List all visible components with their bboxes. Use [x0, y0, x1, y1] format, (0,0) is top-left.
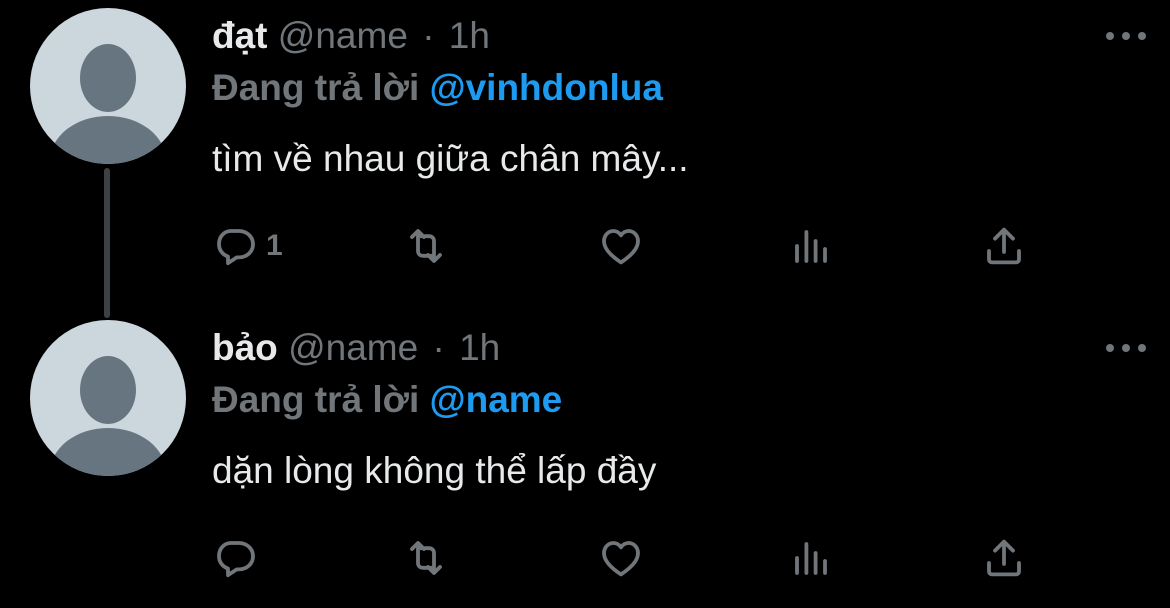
share-button[interactable]	[980, 534, 1028, 582]
views-button[interactable]	[787, 222, 835, 270]
share-button[interactable]	[980, 222, 1028, 270]
replying-to: Đang trả lời @name	[212, 378, 562, 422]
more-icon	[1106, 344, 1114, 352]
replying-to-link[interactable]: @vinhdonlua	[430, 67, 663, 108]
tweet-header: bảo @name · 1h	[212, 326, 500, 370]
views-icon	[795, 542, 827, 575]
avatar-head-icon	[80, 44, 136, 112]
share-icon	[987, 539, 1021, 577]
avatar-body-icon	[50, 428, 166, 476]
retweet-button[interactable]	[402, 222, 450, 270]
reply-count: 1	[266, 229, 283, 262]
more-icon	[1138, 344, 1146, 352]
more-options-button[interactable]	[1106, 336, 1146, 360]
more-options-button[interactable]	[1106, 24, 1146, 48]
reply-icon	[217, 229, 255, 266]
user-handle[interactable]: @name	[278, 15, 408, 56]
more-icon	[1138, 32, 1146, 40]
display-name[interactable]: bảo	[212, 327, 278, 368]
like-button[interactable]	[597, 222, 645, 270]
retweet-button[interactable]	[402, 534, 450, 582]
retweet-icon	[410, 541, 442, 575]
tweet-text: tìm về nhau giữa chân mây...	[212, 138, 689, 179]
like-icon	[602, 541, 640, 577]
tweet-text: dặn lòng không thể lấp đầy	[212, 450, 657, 491]
tweet[interactable]: bảo @name · 1h Đang trả lời @name dặn lò…	[0, 312, 1170, 608]
replying-to: Đang trả lời @vinhdonlua	[212, 66, 663, 110]
separator-dot: ·	[432, 327, 445, 368]
views-button[interactable]	[787, 534, 835, 582]
avatar-body-icon	[50, 116, 166, 164]
separator-dot: ·	[422, 15, 435, 56]
more-icon	[1122, 344, 1130, 352]
reply-button[interactable]: 1	[212, 222, 283, 270]
share-icon	[987, 227, 1021, 265]
like-icon	[602, 229, 640, 265]
retweet-icon	[410, 229, 442, 263]
replying-to-link[interactable]: @name	[430, 379, 563, 420]
display-name[interactable]: đạt	[212, 15, 268, 56]
tweet-header: đạt @name · 1h	[212, 14, 490, 58]
tweet-actions	[212, 534, 1042, 582]
more-icon	[1122, 32, 1130, 40]
timestamp[interactable]: 1h	[459, 327, 500, 368]
avatar[interactable]	[30, 8, 186, 164]
views-icon	[795, 230, 827, 263]
avatar[interactable]	[30, 320, 186, 476]
reply-icon	[217, 541, 255, 578]
replying-to-label: Đang trả lời	[212, 67, 420, 108]
user-handle[interactable]: @name	[288, 327, 418, 368]
tweet-actions: 1	[212, 222, 1042, 270]
like-button[interactable]	[597, 534, 645, 582]
timestamp[interactable]: 1h	[449, 15, 490, 56]
more-icon	[1106, 32, 1114, 40]
reply-button[interactable]	[212, 534, 266, 582]
replying-to-label: Đang trả lời	[212, 379, 420, 420]
avatar-head-icon	[80, 356, 136, 424]
tweet[interactable]: đạt @name · 1h Đang trả lời @vinhdonlua …	[0, 0, 1170, 300]
